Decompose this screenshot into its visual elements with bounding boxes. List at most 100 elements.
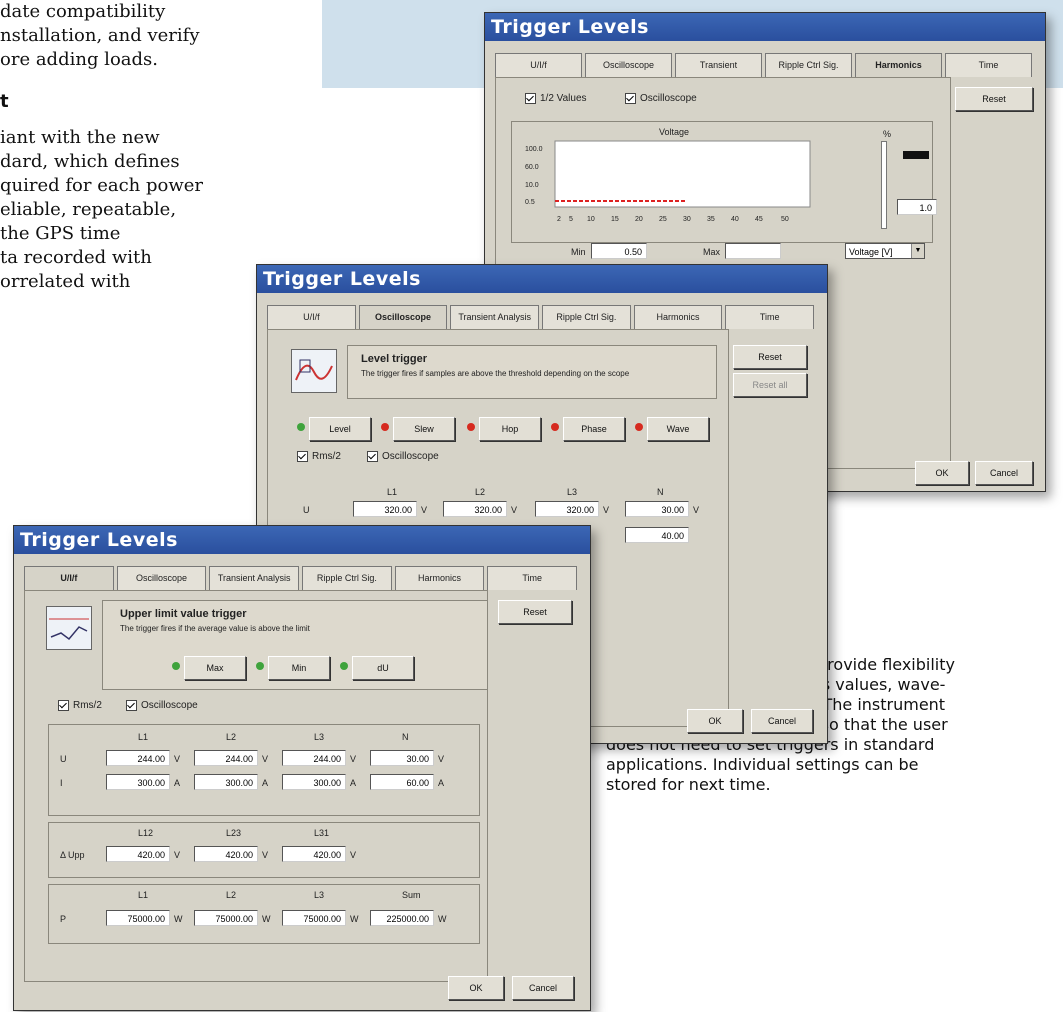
i-l3-field[interactable]: 300.00 bbox=[282, 774, 346, 790]
bg-line: date compatibility bbox=[0, 1, 166, 22]
tab-uif[interactable]: U/I/f bbox=[267, 305, 356, 329]
min-field[interactable]: 0.50 bbox=[591, 243, 647, 259]
tab-transient-analysis[interactable]: Transient Analysis bbox=[450, 305, 540, 329]
column-header: L23 bbox=[226, 828, 242, 838]
status-dot-red bbox=[381, 423, 389, 431]
wave-button[interactable]: Wave bbox=[647, 417, 709, 441]
x-tick-label: 35 bbox=[707, 216, 715, 223]
tab-uif[interactable]: U/I/f bbox=[495, 53, 582, 77]
du-button[interactable]: dU bbox=[352, 656, 414, 680]
trigger-levels-window-uif: Trigger Levels U/I/f Oscilloscope Transi… bbox=[13, 525, 591, 1011]
right-slider-field[interactable]: 1.0 bbox=[897, 199, 937, 215]
trigger-description: The trigger fires if the average value i… bbox=[120, 624, 310, 633]
quantity-select[interactable]: Voltage [V] ▼ bbox=[845, 243, 925, 259]
level-trigger-icon bbox=[291, 349, 337, 393]
unit-label: W bbox=[174, 914, 183, 924]
trigger-title: Upper limit value trigger bbox=[120, 608, 247, 620]
slider-thumb[interactable] bbox=[903, 151, 929, 159]
window-title: Trigger Levels bbox=[14, 526, 590, 554]
half-values-checkbox[interactable]: 1/2 Values bbox=[525, 93, 587, 104]
u-n-field[interactable]: 30.00 bbox=[625, 501, 689, 517]
checkbox-label: Oscilloscope bbox=[382, 451, 439, 463]
row-label-delta: Δ Upp bbox=[60, 850, 85, 860]
reset-button[interactable]: Reset bbox=[733, 345, 807, 369]
tab-oscilloscope[interactable]: Oscilloscope bbox=[585, 53, 672, 77]
column-header: L1 bbox=[138, 732, 149, 742]
tab-time[interactable]: Time bbox=[945, 53, 1032, 77]
cancel-button[interactable]: Cancel bbox=[975, 461, 1033, 485]
i-n-field[interactable]: 40.00 bbox=[625, 527, 689, 543]
ui-group bbox=[48, 724, 480, 816]
tab-transient[interactable]: Transient bbox=[675, 53, 762, 77]
tab-harmonics[interactable]: Harmonics bbox=[633, 305, 723, 329]
cancel-button[interactable]: Cancel bbox=[751, 709, 813, 733]
cancel-button[interactable]: Cancel bbox=[512, 976, 574, 1000]
i-n-field[interactable]: 60.00 bbox=[370, 774, 434, 790]
delta-l31-field[interactable]: 420.00 bbox=[282, 846, 346, 862]
tab-ripple-ctrl[interactable]: Ripple Ctrl Sig. bbox=[765, 53, 852, 77]
p-sum-field[interactable]: 225000.00 bbox=[370, 910, 434, 926]
oscilloscope-checkbox[interactable]: Oscilloscope bbox=[126, 700, 198, 711]
phase-button[interactable]: Phase bbox=[563, 417, 625, 441]
tab-ripple-ctrl[interactable]: Ripple Ctrl Sig. bbox=[542, 305, 631, 329]
window-title: Trigger Levels bbox=[257, 265, 827, 293]
u-n-field[interactable]: 30.00 bbox=[370, 750, 434, 766]
tab-time[interactable]: Time bbox=[725, 305, 815, 329]
tab-ripple-ctrl[interactable]: Ripple Ctrl Sig. bbox=[302, 566, 392, 590]
background-text: date compatibility nstallation, and veri… bbox=[0, 0, 320, 294]
column-header: L2 bbox=[226, 890, 237, 900]
min-label: Min bbox=[571, 247, 586, 257]
unit-label: V bbox=[421, 505, 428, 515]
u-l3-field[interactable]: 244.00 bbox=[282, 750, 346, 766]
unit-label: W bbox=[262, 914, 271, 924]
u-l2-field[interactable]: 320.00 bbox=[443, 501, 507, 517]
slew-button[interactable]: Slew bbox=[393, 417, 455, 441]
tab-harmonics[interactable]: Harmonics bbox=[855, 53, 942, 77]
unit-label: A bbox=[438, 778, 445, 788]
delta-l12-field[interactable]: 420.00 bbox=[106, 846, 170, 862]
unit-label: V bbox=[350, 754, 357, 764]
max-button[interactable]: Max bbox=[184, 656, 246, 680]
reset-button[interactable]: Reset bbox=[498, 600, 572, 624]
column-header: L31 bbox=[314, 828, 330, 838]
rms-checkbox[interactable]: Rms/2 bbox=[297, 451, 341, 462]
rms-checkbox[interactable]: Rms/2 bbox=[58, 700, 102, 711]
hop-button[interactable]: Hop bbox=[479, 417, 541, 441]
x-tick-label: 40 bbox=[731, 216, 739, 223]
status-dot-red bbox=[467, 423, 475, 431]
reset-all-button[interactable]: Reset all bbox=[733, 373, 807, 397]
status-dot-red bbox=[551, 423, 559, 431]
max-field[interactable] bbox=[725, 243, 781, 259]
unit-label: V bbox=[262, 754, 269, 764]
ok-button[interactable]: OK bbox=[915, 461, 969, 485]
i-l1-field[interactable]: 300.00 bbox=[106, 774, 170, 790]
tab-time[interactable]: Time bbox=[487, 566, 578, 590]
oscilloscope-checkbox[interactable]: Oscilloscope bbox=[367, 451, 439, 462]
unit-label: W bbox=[438, 914, 447, 924]
p-l1-field[interactable]: 75000.00 bbox=[106, 910, 170, 926]
u-l3-field[interactable]: 320.00 bbox=[535, 501, 599, 517]
tab-harmonics[interactable]: Harmonics bbox=[394, 566, 485, 590]
tab-oscilloscope[interactable]: Oscilloscope bbox=[358, 305, 448, 329]
u-l2-field[interactable]: 244.00 bbox=[194, 750, 258, 766]
u-l1-field[interactable]: 244.00 bbox=[106, 750, 170, 766]
tab-transient-analysis[interactable]: Transient Analysis bbox=[209, 566, 300, 590]
p-l2-field[interactable]: 75000.00 bbox=[194, 910, 258, 926]
reset-button[interactable]: Reset bbox=[955, 87, 1033, 111]
u-l1-field[interactable]: 320.00 bbox=[353, 501, 417, 517]
ok-button[interactable]: OK bbox=[448, 976, 504, 1000]
oscilloscope-checkbox[interactable]: Oscilloscope bbox=[625, 93, 697, 104]
column-header: L2 bbox=[475, 487, 486, 497]
y-tick-label: 60.0 bbox=[525, 164, 539, 171]
delta-l23-field[interactable]: 420.00 bbox=[194, 846, 258, 862]
caption-line: applications. Individual settings can be bbox=[606, 755, 919, 774]
right-vertical-slider[interactable] bbox=[881, 141, 887, 229]
bg-line: quired for each power bbox=[0, 175, 204, 196]
ok-button[interactable]: OK bbox=[687, 709, 743, 733]
min-button[interactable]: Min bbox=[268, 656, 330, 680]
i-l2-field[interactable]: 300.00 bbox=[194, 774, 258, 790]
tab-oscilloscope[interactable]: Oscilloscope bbox=[116, 566, 207, 590]
tab-uif[interactable]: U/I/f bbox=[24, 566, 114, 590]
level-button[interactable]: Level bbox=[309, 417, 371, 441]
p-l3-field[interactable]: 75000.00 bbox=[282, 910, 346, 926]
